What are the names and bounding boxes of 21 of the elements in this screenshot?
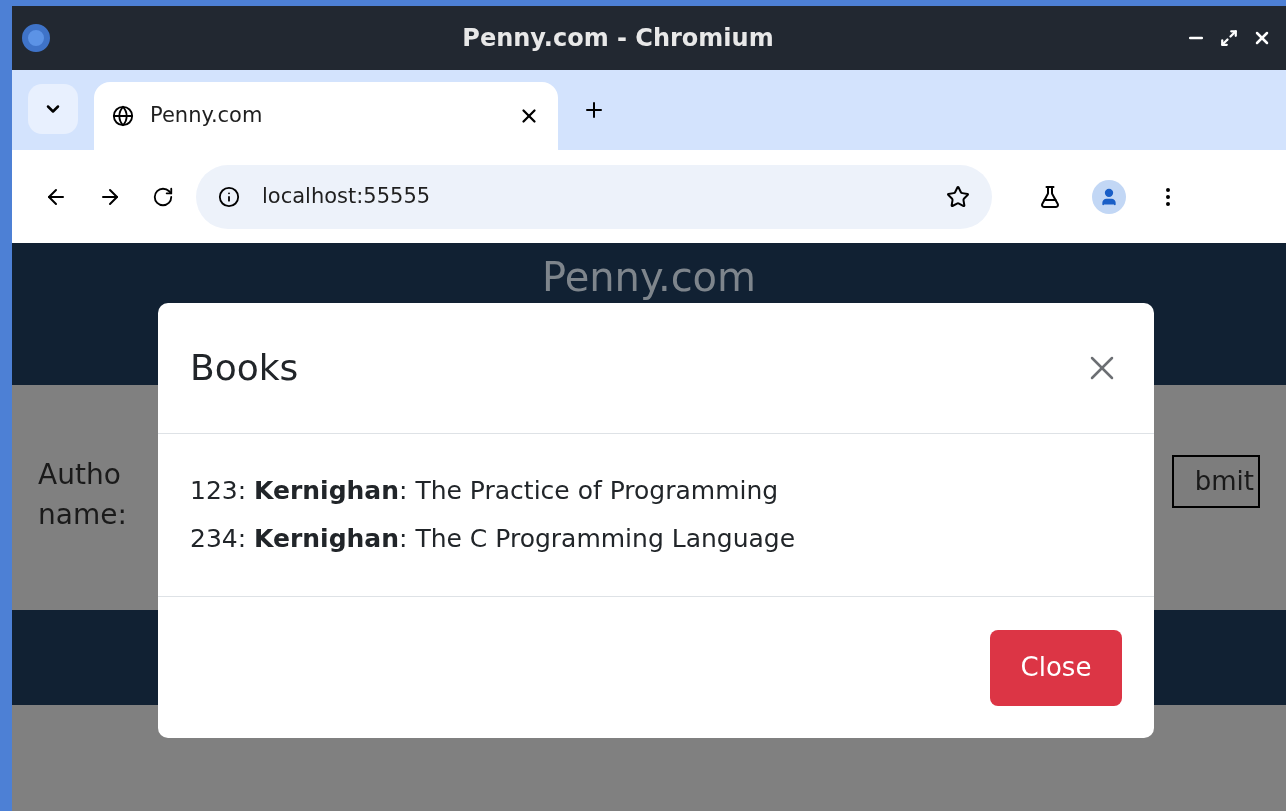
flask-icon[interactable] <box>1038 184 1062 209</box>
site-title: Penny.com <box>541 253 757 302</box>
bookmark-star-icon[interactable] <box>946 184 970 209</box>
info-icon <box>218 185 240 208</box>
tab-title: Penny.com <box>150 102 264 130</box>
book-entry: 123: Kernighan: The Practice of Programming <box>190 475 780 507</box>
submit-button[interactable]: bmit <box>1172 455 1260 508</box>
globe-icon <box>112 105 134 127</box>
url-text: localhost:55555 <box>262 182 432 210</box>
form-label: Autho <box>38 457 122 493</box>
book-entry: 234: Kernighan: The C Programming Language <box>190 523 797 555</box>
window-title: Penny.com - Chromium <box>462 23 774 54</box>
browser-logo-icon <box>22 24 50 52</box>
reload-icon[interactable] <box>152 185 174 208</box>
form-label: name: <box>38 497 127 533</box>
address-bar[interactable]: localhost:55555 <box>196 164 992 229</box>
close-button[interactable]: Close <box>990 629 1122 706</box>
modal-title: Books <box>190 346 299 390</box>
browser-tab[interactable]: Penny.com <box>94 82 558 150</box>
profile-avatar-icon[interactable] <box>1092 179 1126 214</box>
maximize-icon[interactable] <box>1220 29 1238 47</box>
